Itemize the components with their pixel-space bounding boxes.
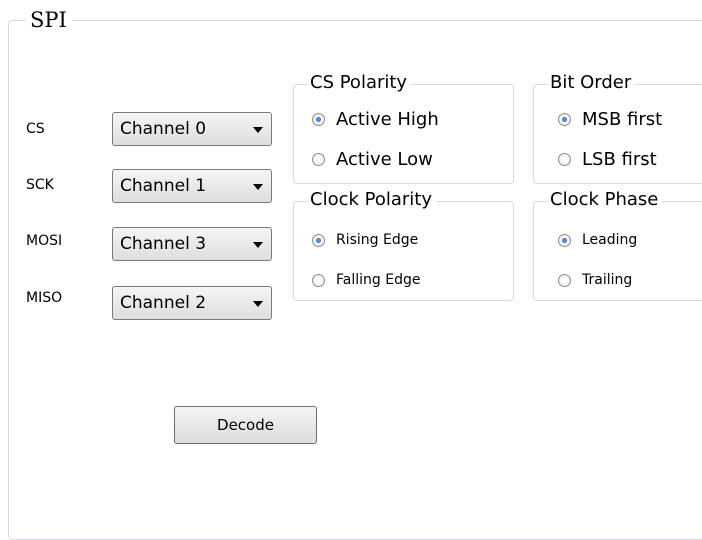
decode-button[interactable]: Decode [174, 406, 317, 444]
radio-button-icon [312, 153, 325, 166]
radio-active-low[interactable]: Active Low [312, 149, 433, 170]
radio-active-low-label: Active Low [336, 149, 433, 170]
sck-channel-select[interactable]: Channel 1 [112, 169, 272, 203]
cs-channel-select[interactable]: Channel 0 [112, 112, 272, 146]
radio-lsb-first[interactable]: LSB first [558, 149, 657, 170]
radio-button-icon [558, 113, 571, 126]
radio-active-high-label: Active High [336, 109, 439, 130]
chevron-down-icon [253, 301, 263, 307]
radio-leading-label: Leading [582, 232, 638, 248]
bit-order-title: Bit Order [548, 72, 636, 94]
radio-rising-edge-label: Rising Edge [336, 232, 419, 248]
cs-polarity-title: CS Polarity [308, 72, 412, 94]
miso-channel-value: Channel 2 [120, 293, 207, 313]
radio-button-icon [312, 233, 325, 247]
radio-falling-edge[interactable]: Falling Edge [312, 272, 420, 288]
cs-channel-value: Channel 0 [120, 119, 207, 139]
miso-label: MISO [26, 290, 63, 306]
sck-label: SCK [26, 177, 54, 193]
mosi-channel-select[interactable]: Channel 3 [112, 227, 272, 261]
radio-rising-edge[interactable]: Rising Edge [312, 232, 418, 248]
radio-trailing-label: Trailing [582, 272, 633, 288]
chevron-down-icon [253, 127, 263, 133]
cs-label: CS [26, 121, 45, 137]
mosi-channel-value: Channel 3 [120, 234, 207, 254]
radio-leading[interactable]: Leading [558, 232, 637, 248]
radio-button-icon [312, 113, 325, 126]
radio-trailing[interactable]: Trailing [558, 272, 632, 288]
mosi-label: MOSI [26, 233, 63, 249]
miso-channel-select[interactable]: Channel 2 [112, 286, 272, 320]
cs-polarity-group: CS Polarity Active High Active Low [293, 72, 514, 184]
clock-polarity-group: Clock Polarity Rising Edge Falling Edge [293, 189, 514, 301]
clock-phase-group: Clock Phase Leading Trailing [533, 189, 702, 301]
radio-button-icon [312, 273, 325, 287]
bit-order-group: Bit Order MSB first LSB first [533, 72, 702, 184]
sck-channel-value: Channel 1 [120, 176, 207, 196]
radio-button-icon [558, 153, 571, 166]
radio-button-icon [558, 233, 571, 247]
radio-falling-edge-label: Falling Edge [336, 272, 421, 288]
radio-active-high[interactable]: Active High [312, 109, 439, 130]
clock-polarity-title: Clock Polarity [308, 189, 436, 211]
clock-phase-title: Clock Phase [548, 189, 663, 211]
radio-msb-first[interactable]: MSB first [558, 109, 662, 130]
radio-msb-first-label: MSB first [582, 109, 663, 130]
spi-group-title: SPI [26, 8, 72, 32]
chevron-down-icon [253, 184, 263, 190]
radio-lsb-first-label: LSB first [582, 149, 657, 170]
chevron-down-icon [253, 242, 263, 248]
radio-button-icon [558, 273, 571, 287]
